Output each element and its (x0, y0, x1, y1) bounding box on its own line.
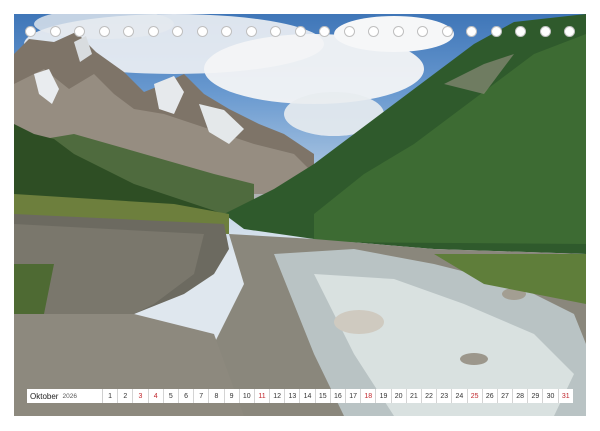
day-cell: 18 (361, 389, 377, 403)
day-cells: 1 2 3 4 5 6 7 8 9 10 11 12 13 14 15 16 17 18 19 20 21 22 23 24 2… (103, 389, 573, 403)
day-cell: 27 (497, 389, 514, 403)
binding-hole-icon (392, 26, 404, 37)
binding-hole-icon (221, 26, 232, 37)
day-cell: 25 (467, 389, 483, 403)
day-cell: 26 (482, 389, 498, 403)
day-cell: 28 (513, 389, 529, 403)
day-cell: 5 (163, 389, 179, 403)
day-cell: 1 (103, 389, 119, 403)
day-cell: 16 (330, 389, 346, 403)
day-cell: 8 (209, 389, 225, 403)
spiral-binding (0, 0, 600, 37)
month-name: Oktober (30, 391, 59, 401)
day-cell: 2 (118, 389, 134, 403)
binding-hole-icon (25, 26, 36, 37)
binding-hole-icon (368, 26, 379, 37)
day-cell: 31 (558, 389, 573, 403)
month-label: Oktober 2026 (27, 389, 103, 403)
binding-hole-icon (466, 26, 477, 37)
day-cell: 12 (270, 389, 286, 403)
year: 2026 (62, 392, 77, 400)
day-cell: 19 (376, 389, 392, 403)
day-cell: 9 (224, 389, 240, 403)
day-cell: 23 (437, 389, 453, 403)
binding-hole-icon (74, 26, 85, 37)
day-cell: 29 (528, 389, 544, 403)
day-cell: 6 (178, 389, 195, 403)
binding-hole-icon (539, 26, 551, 37)
binding-hole-icon (98, 26, 110, 37)
day-cell: 30 (543, 389, 559, 403)
binding-hole-icon (490, 26, 502, 37)
binding-hole-icon (417, 26, 428, 37)
binding-hole-icon (147, 26, 159, 37)
day-cell: 17 (346, 389, 362, 403)
binding-hole-icon (196, 26, 208, 37)
day-cell: 20 (391, 389, 407, 403)
day-cell: 22 (421, 389, 438, 403)
calendar-strip: Oktober 2026 1 2 3 4 5 6 7 8 9 10 11 12 13 14 15 16 17 18… (27, 389, 573, 403)
day-cell: 14 (300, 389, 316, 403)
riverbed (14, 214, 586, 416)
day-cell: 21 (406, 389, 422, 403)
binding-hole-icon (245, 26, 257, 37)
binding-hole-icon (564, 26, 575, 37)
binding-hole-icon (441, 26, 453, 37)
day-cell: 11 (254, 389, 271, 403)
landscape-photo (14, 14, 586, 416)
binding-hole-icon (49, 26, 61, 37)
day-cell: 4 (148, 389, 164, 403)
day-cell: 7 (194, 389, 210, 403)
binding-hole-icon (515, 26, 526, 37)
binding-hole-icon (319, 26, 330, 37)
day-cell: 13 (285, 389, 301, 403)
day-cell: 10 (239, 389, 255, 403)
binding-hole-icon (343, 26, 355, 37)
day-cell: 3 (133, 389, 149, 403)
binding-hole-icon (172, 26, 183, 37)
binding-hole-icon (123, 26, 134, 37)
binding-hole-icon (270, 26, 281, 37)
binding-hole-icon (294, 26, 306, 37)
day-cell: 24 (452, 389, 468, 403)
day-cell: 15 (315, 389, 331, 403)
calendar-page (14, 14, 586, 416)
